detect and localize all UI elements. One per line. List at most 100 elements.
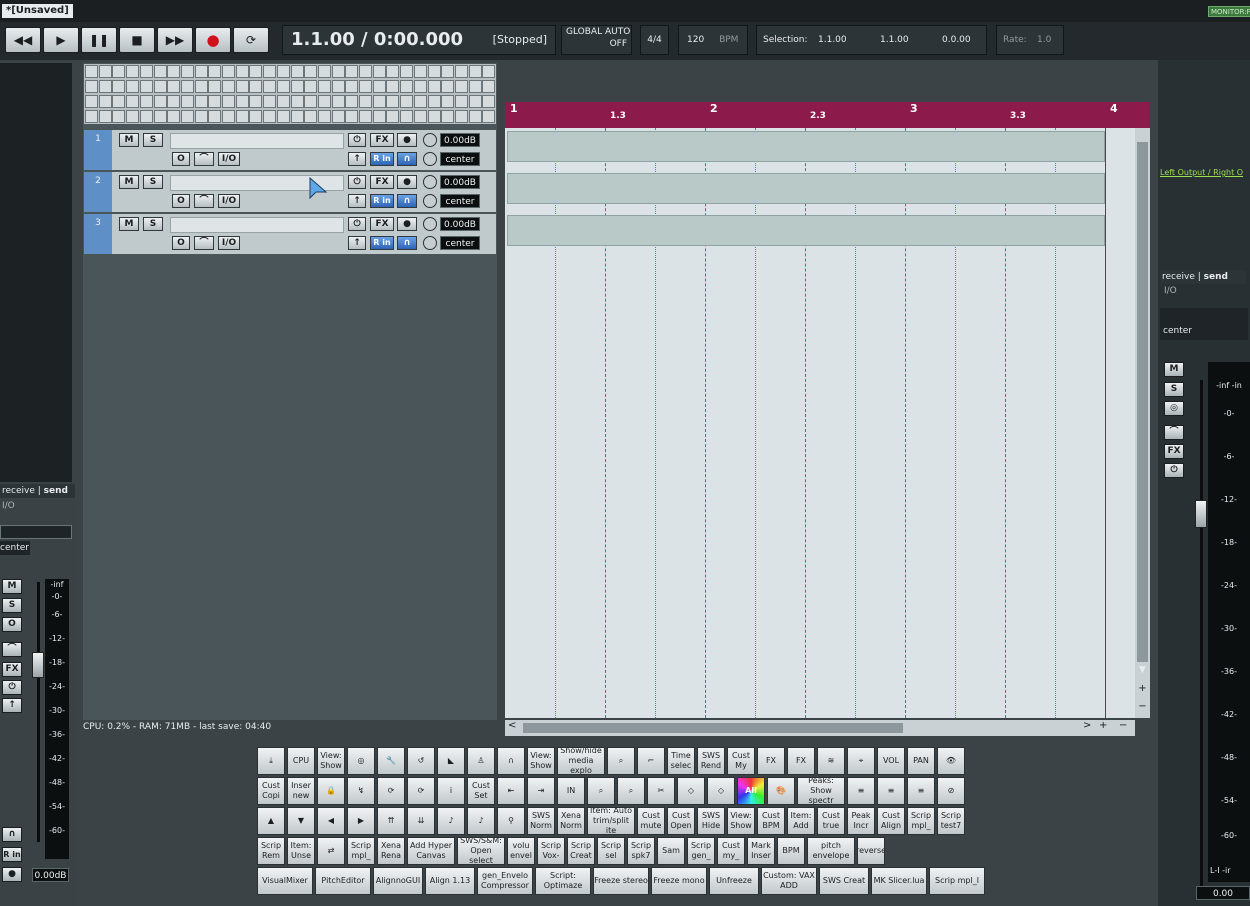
action-button[interactable] xyxy=(194,110,208,123)
zoom-out-icon[interactable]: − xyxy=(1135,701,1150,715)
toolbar-button[interactable]: Add Hyper Canvas xyxy=(407,837,455,865)
track-1[interactable]: 1 M S O ⌒ I/O ⏻ FX ● ↑ R in ∩ 0.00dB cen… xyxy=(84,130,496,170)
record-arm-button[interactable]: ● xyxy=(2,867,22,882)
action-button[interactable] xyxy=(400,110,414,123)
toolbar-button[interactable]: 👁 xyxy=(937,747,965,775)
power-button[interactable]: ⏻ xyxy=(348,133,366,147)
toolbar-button[interactable]: MK Slicer.lua xyxy=(871,867,927,895)
solo-button[interactable]: S xyxy=(143,133,163,147)
receive-tab[interactable]: receive xyxy=(1162,272,1195,282)
record-arm-button[interactable]: ● xyxy=(397,175,417,189)
action-button[interactable] xyxy=(290,95,304,108)
action-button[interactable] xyxy=(413,110,427,123)
toolbar-button[interactable]: Cust Align xyxy=(877,807,905,835)
toolbar-button[interactable]: Peaks: Show spectr xyxy=(797,777,845,805)
toolbar-button[interactable]: Cust true xyxy=(817,807,845,835)
horizontal-scrollbar[interactable]: < > + − xyxy=(505,720,1135,736)
global-auto-panel[interactable]: GLOBAL AUTO OFF xyxy=(561,25,632,55)
time-signature[interactable]: 4/4 xyxy=(640,25,669,55)
action-button[interactable] xyxy=(427,65,441,78)
toolbar-button[interactable]: Item: Add xyxy=(787,807,815,835)
action-button[interactable] xyxy=(180,110,194,123)
action-button[interactable] xyxy=(194,65,208,78)
rewind-button[interactable]: ◀◀ xyxy=(5,27,41,53)
toolbar-button[interactable]: Scrip gen_ xyxy=(687,837,715,865)
power-button[interactable]: ⏻ xyxy=(348,175,366,189)
track-volume[interactable]: 0.00dB xyxy=(440,175,480,189)
action-button[interactable] xyxy=(112,110,126,123)
track-pan[interactable]: center xyxy=(440,194,480,208)
toolbar-button[interactable]: Unfreeze xyxy=(709,867,759,895)
toolbar-button[interactable]: FX xyxy=(757,747,785,775)
action-button[interactable] xyxy=(112,95,126,108)
action-button[interactable] xyxy=(194,80,208,93)
toolbar-button[interactable]: Script: Optimaze xyxy=(535,867,591,895)
scroll-right-icon[interactable]: > xyxy=(1083,720,1091,731)
action-button[interactable] xyxy=(139,110,153,123)
action-button[interactable] xyxy=(331,95,345,108)
action-button[interactable] xyxy=(263,95,277,108)
action-button[interactable] xyxy=(359,80,372,93)
action-button[interactable] xyxy=(249,95,263,108)
toolbar-button[interactable]: ◀ xyxy=(317,807,345,835)
action-button[interactable] xyxy=(441,65,455,78)
action-button[interactable] xyxy=(249,110,263,123)
receive-tab[interactable]: receive xyxy=(2,486,35,496)
solo-button[interactable]: S xyxy=(1164,382,1184,397)
pan-slider[interactable] xyxy=(0,525,72,539)
action-button[interactable] xyxy=(304,95,318,108)
toolbar-button[interactable]: ♪ xyxy=(467,807,495,835)
play-button[interactable]: ▶ xyxy=(43,27,79,53)
power-button[interactable]: ⏻ xyxy=(1164,463,1184,478)
action-button[interactable] xyxy=(208,95,222,108)
action-button[interactable] xyxy=(454,80,468,93)
toolbar-button[interactable]: PAN xyxy=(907,747,935,775)
toolbar-button[interactable]: Mark Inser xyxy=(747,837,775,865)
action-button[interactable] xyxy=(372,110,386,123)
envelope-button[interactable]: ⌒ xyxy=(194,152,214,166)
action-button[interactable] xyxy=(276,80,290,93)
action-button[interactable] xyxy=(235,95,249,108)
fx-button[interactable]: FX xyxy=(370,133,394,147)
action-button[interactable] xyxy=(413,95,427,108)
scroll-left-icon[interactable]: < xyxy=(508,720,516,731)
action-button[interactable] xyxy=(98,65,112,78)
io-button[interactable]: I/O xyxy=(218,194,240,208)
output-routing[interactable]: Left Output / Right O xyxy=(1160,168,1243,177)
toolbar-button[interactable]: Cust My xyxy=(727,747,755,775)
toolbar-button[interactable]: ⤓ xyxy=(257,747,285,775)
toolbar-button[interactable]: SWS Creat xyxy=(819,867,869,895)
action-button[interactable] xyxy=(290,110,304,123)
toolbar-button[interactable]: ↯ xyxy=(347,777,375,805)
toolbar-button[interactable]: ⇥ xyxy=(527,777,555,805)
action-button[interactable] xyxy=(235,65,249,78)
toolbar-button[interactable]: volu envel xyxy=(507,837,535,865)
pan-knob[interactable] xyxy=(423,236,437,250)
phase-button[interactable]: O xyxy=(172,194,190,208)
action-button[interactable] xyxy=(153,65,167,78)
action-button[interactable] xyxy=(304,65,318,78)
h-zoom-out-icon[interactable]: − xyxy=(1119,720,1127,731)
action-button[interactable] xyxy=(126,95,140,108)
fx-button[interactable]: FX xyxy=(2,662,22,677)
toolbar-button[interactable]: ≋ xyxy=(817,747,845,775)
channel-volume[interactable]: 0.00dB xyxy=(32,868,69,882)
action-button[interactable] xyxy=(222,95,235,108)
action-button[interactable] xyxy=(290,65,304,78)
track-2[interactable]: 2 M S O ⌒ I/O ⏻ FX ● ↑ R in ∩ 0.00dB cen… xyxy=(84,172,496,212)
toolbar-button[interactable]: Scrip Vox- xyxy=(537,837,565,865)
action-button[interactable] xyxy=(139,95,153,108)
mute-button[interactable]: M xyxy=(1164,362,1184,377)
action-button[interactable] xyxy=(167,110,181,123)
action-button[interactable] xyxy=(386,80,400,93)
toolbar-button[interactable]: Cust my_ xyxy=(717,837,745,865)
arm-up-button[interactable]: ↑ xyxy=(2,698,22,713)
action-button[interactable] xyxy=(386,110,400,123)
envelope-button[interactable]: ⌒ xyxy=(194,194,214,208)
action-button[interactable] xyxy=(427,80,441,93)
track-pan[interactable]: center xyxy=(440,152,480,166)
timeline-ruler[interactable]: 1 1.3 2 2.3 3 3.3 4 xyxy=(505,102,1150,128)
h-zoom-in-icon[interactable]: + xyxy=(1099,720,1107,731)
action-button[interactable] xyxy=(441,80,455,93)
track-3-lane[interactable] xyxy=(507,215,1105,246)
